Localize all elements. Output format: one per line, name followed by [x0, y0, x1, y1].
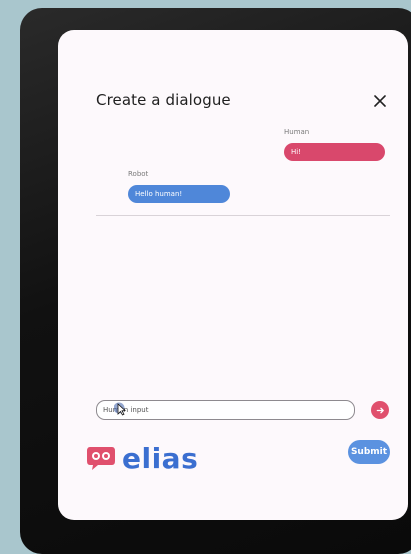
arrow-right-icon [376, 407, 384, 413]
elias-logo: elias [86, 440, 198, 476]
submit-button[interactable]: Submit [348, 440, 390, 464]
close-icon [374, 95, 386, 107]
human-input-field[interactable] [96, 400, 355, 420]
brand-name: elias [122, 441, 199, 475]
chat-bubble-robot-icon [87, 447, 115, 470]
human-message-bubble[interactable]: Hi! [284, 143, 385, 161]
dialog-title: Create a dialogue [96, 91, 231, 109]
tablet-frame: Create a dialogue Human Hi! Robot Hello … [20, 8, 411, 554]
human-speaker-label: Human [284, 128, 310, 136]
robot-message-bubble[interactable]: Hello human! [128, 185, 230, 203]
send-button[interactable] [371, 401, 389, 419]
close-button[interactable] [369, 90, 391, 112]
robot-speaker-label: Robot [128, 170, 149, 178]
dialog-window: Create a dialogue Human Hi! Robot Hello … [58, 30, 408, 520]
conversation-divider [96, 215, 390, 216]
